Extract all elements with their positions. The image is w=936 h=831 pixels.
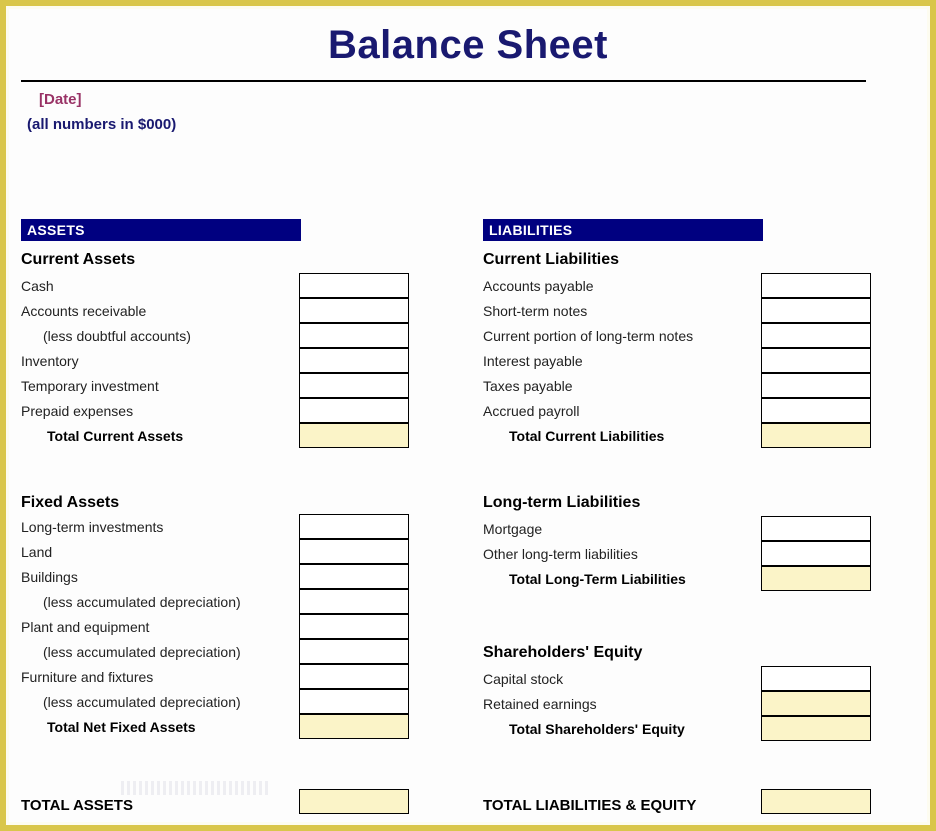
value-box-total-long-term-liabilities[interactable] [761,566,871,591]
total-row-label-total-net-fixed-assets: Total Net Fixed Assets [47,719,196,735]
group-heading-current-liabilities: Current Liabilities [483,251,620,268]
value-box-temporary-investment[interactable] [299,373,409,398]
line-item-label-prepaid-expenses: Prepaid expenses [21,403,134,419]
value-box-land[interactable] [299,539,409,564]
total-row-label-total-current-liabilities: Total Current Liabilities [509,428,665,444]
line-item-label-mortgage: Mortgage [483,521,543,537]
line-item-label-less-accumulated-depreciation: (less accumulated depreciation) [43,694,241,710]
value-box-total-current-assets[interactable] [299,423,409,448]
value-box-total-net-fixed-assets[interactable] [299,714,409,739]
line-item-label-accounts-receivable: Accounts receivable [21,303,147,319]
assets-banner: ASSETS [21,219,301,241]
value-box-other-long-term-liabilities[interactable] [761,541,871,566]
total-liabilities-equity-value-box[interactable] [761,789,871,814]
line-item-label-less-accumulated-depreciation: (less accumulated depreciation) [43,644,241,660]
value-box-mortgage[interactable] [761,516,871,541]
units-note: (all numbers in $000) [27,116,177,133]
group-heading-long-term-liabilities: Long-term Liabilities [483,494,641,511]
value-box-long-term-investments[interactable] [299,514,409,539]
line-item-label-long-term-investments: Long-term investments [21,519,164,535]
page-title: Balance Sheet [328,23,608,67]
value-box-total-shareholders-equity[interactable] [761,716,871,741]
value-box-capital-stock[interactable] [761,666,871,691]
value-box-interest-payable[interactable] [761,348,871,373]
line-item-label-less-accumulated-depreciation: (less accumulated depreciation) [43,594,241,610]
value-box-accrued-payroll[interactable] [761,398,871,423]
value-box-plant-and-equipment[interactable] [299,614,409,639]
value-box-less-accumulated-depreciation[interactable] [299,639,409,664]
value-box-prepaid-expenses[interactable] [299,398,409,423]
line-item-label-plant-and-equipment: Plant and equipment [21,619,150,635]
value-box-accounts-receivable[interactable] [299,298,409,323]
line-item-label-temporary-investment: Temporary investment [21,378,159,394]
line-item-label-cash: Cash [21,278,54,294]
value-box-cash[interactable] [299,273,409,298]
value-box-less-doubtful-accounts[interactable] [299,323,409,348]
date-placeholder[interactable]: [Date] [39,90,82,110]
value-box-furniture-and-fixtures[interactable] [299,664,409,689]
title-divider [21,80,866,82]
value-box-total-current-liabilities[interactable] [761,423,871,448]
line-item-label-less-doubtful-accounts: (less doubtful accounts) [43,328,191,344]
total-row-label-total-long-term-liabilities: Total Long-Term Liabilities [509,571,686,587]
value-box-retained-earnings[interactable] [761,691,871,716]
line-item-label-other-long-term-liabilities: Other long-term liabilities [483,546,638,562]
line-item-label-buildings: Buildings [21,569,78,585]
value-box-accounts-payable[interactable] [761,273,871,298]
value-box-short-term-notes[interactable] [761,298,871,323]
line-item-label-current-portion-of-long-term-notes: Current portion of long-term notes [483,328,694,344]
liabilities-banner: LIABILITIES [483,219,763,241]
line-item-label-land: Land [21,544,53,560]
line-item-label-short-term-notes: Short-term notes [483,303,588,319]
total-row-label-total-shareholders-equity: Total Shareholders' Equity [509,721,685,737]
line-item-label-retained-earnings: Retained earnings [483,696,597,712]
value-box-taxes-payable[interactable] [761,373,871,398]
line-item-label-accounts-payable: Accounts payable [483,278,594,294]
value-box-current-portion-of-long-term-notes[interactable] [761,323,871,348]
line-item-label-accrued-payroll: Accrued payroll [483,403,580,419]
page-frame: Balance Sheet [Date] (all numbers in $00… [6,6,930,825]
balance-sheet: Balance Sheet [Date] (all numbers in $00… [9,9,927,822]
group-heading-fixed-assets: Fixed Assets [21,494,120,511]
line-item-label-capital-stock: Capital stock [483,671,564,687]
value-box-less-accumulated-depreciation[interactable] [299,689,409,714]
line-item-label-interest-payable: Interest payable [483,353,583,369]
total-assets-value-box[interactable] [299,789,409,814]
total-row-label-total-current-assets: Total Current Assets [47,428,184,444]
group-heading-shareholders-equity: Shareholders' Equity [483,644,643,661]
line-item-label-inventory: Inventory [21,353,79,369]
total-liabilities-equity-label: TOTAL LIABILITIES & EQUITY [483,797,697,814]
group-heading-current-assets: Current Assets [21,251,136,268]
total-assets-label: TOTAL ASSETS [21,797,133,814]
value-box-inventory[interactable] [299,348,409,373]
line-item-label-furniture-and-fixtures: Furniture and fixtures [21,669,154,685]
watermark [121,781,271,795]
line-item-label-taxes-payable: Taxes payable [483,378,573,394]
value-box-buildings[interactable] [299,564,409,589]
value-box-less-accumulated-depreciation[interactable] [299,589,409,614]
